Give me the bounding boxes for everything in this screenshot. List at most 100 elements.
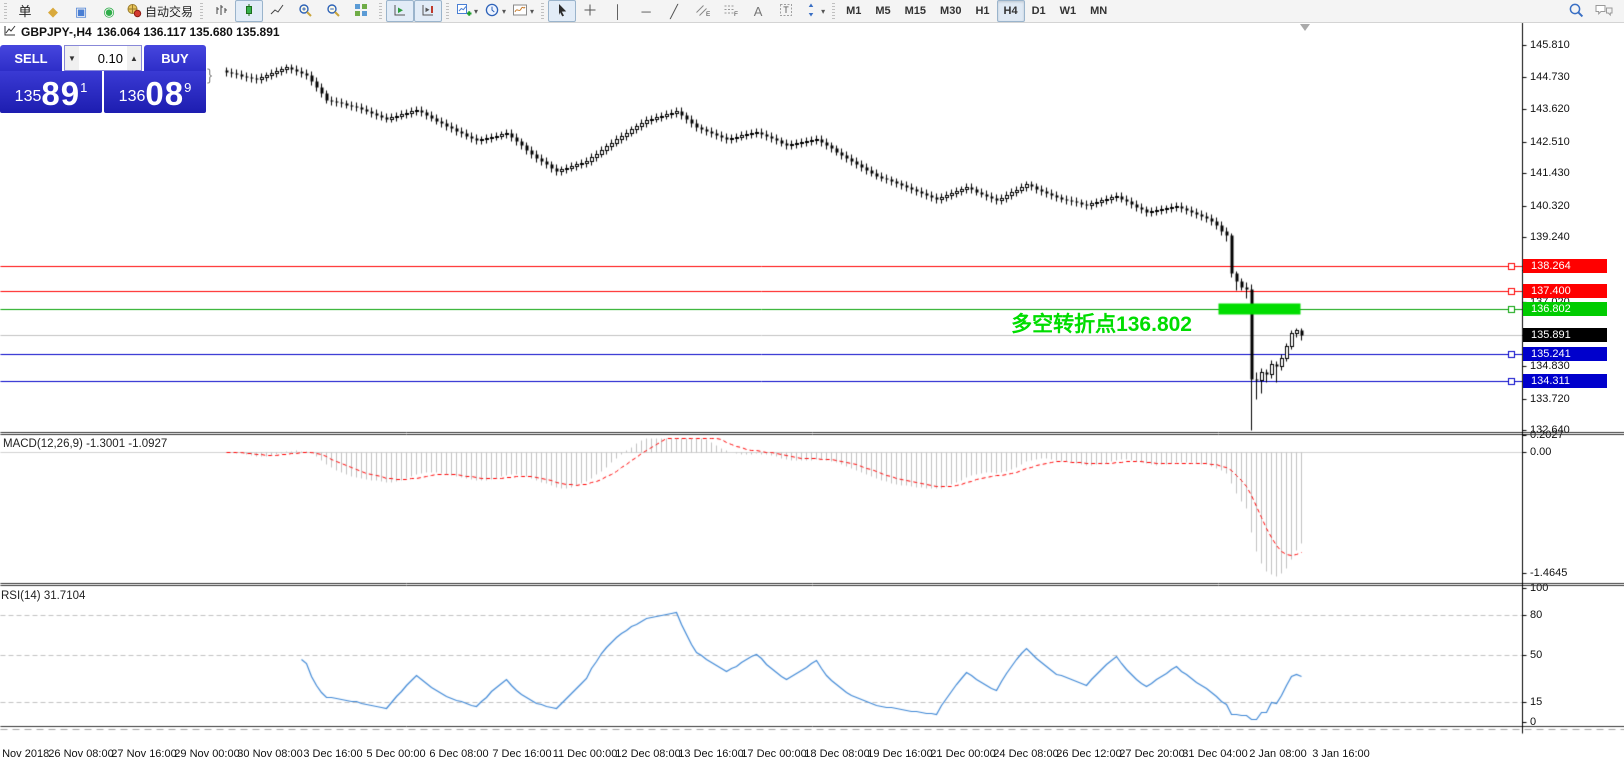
equidistant-channel-button[interactable]: E [688, 0, 716, 22]
zoom-in-icon [297, 2, 313, 21]
timeframe-button-h1[interactable]: H1 [968, 0, 996, 22]
svg-text:F: F [734, 11, 738, 18]
crosshair-icon [582, 2, 598, 21]
toolbar-right-icons [1562, 0, 1618, 22]
fibonacci-icon: F [722, 2, 738, 21]
horizontal-line-icon: ─ [641, 3, 651, 19]
chart-shift-marker-icon[interactable] [1300, 24, 1310, 31]
line-price-badge[interactable]: 135.241 [1523, 347, 1607, 361]
auto-scroll-button[interactable] [386, 0, 415, 22]
trendline-button[interactable]: ╱ [660, 0, 688, 22]
zoom-in-button[interactable] [291, 0, 319, 22]
line-chart-button[interactable] [263, 0, 291, 22]
chart-ohlc-values: 136.064 136.117 135.680 135.891 [96, 25, 280, 39]
tile-windows-button[interactable] [347, 0, 375, 22]
svg-text:T: T [783, 5, 789, 15]
bar-chart-icon [213, 2, 229, 21]
new-chart-button[interactable]: ▾ [453, 0, 481, 22]
tile-windows-icon [353, 2, 369, 21]
chart-icon [4, 25, 16, 39]
toolbar-grip[interactable] [4, 3, 7, 19]
chat-icon [1594, 2, 1614, 21]
chart-shift-icon [420, 2, 436, 21]
autotrading-button-label: 自动交易 [145, 4, 194, 19]
timeframe-button-m5[interactable]: M5 [868, 0, 897, 22]
line-price-badge[interactable]: 134.311 [1523, 374, 1607, 388]
timeframe-button-m30[interactable]: M30 [933, 0, 968, 22]
buy-price-main: 08 [145, 75, 185, 112]
trade-panel-collapse-handle[interactable]: } [207, 67, 212, 85]
periods-button-dropdown-icon[interactable]: ▾ [502, 7, 506, 16]
templates-icon [512, 2, 528, 21]
candlestick-chart-icon [241, 2, 257, 21]
line-price-badge[interactable]: 138.264 [1523, 259, 1607, 273]
search-icon [1567, 1, 1585, 22]
buy-price-prefix: 136 [118, 88, 146, 105]
sell-price-main: 89 [41, 75, 81, 112]
svg-text:E: E [706, 11, 710, 18]
zoom-out-icon [325, 2, 341, 21]
new-chart-button-dropdown-icon[interactable]: ▾ [474, 7, 478, 16]
terminal-icon: ▣ [74, 3, 88, 19]
new-order-partial-icon: 单 [18, 3, 32, 19]
fibonacci-button[interactable]: F [716, 0, 744, 22]
templates-button[interactable]: ▾ [509, 0, 537, 22]
chart-canvas[interactable] [0, 0, 1624, 769]
search-button[interactable] [1562, 0, 1590, 22]
timeframe-button-m1[interactable]: M1 [839, 0, 868, 22]
horizontal-line-button[interactable]: ─ [632, 0, 660, 22]
buy-button[interactable]: BUY [144, 45, 206, 71]
toolbar-grip[interactable] [446, 3, 450, 19]
toolbar-grip[interactable] [200, 3, 204, 19]
macd-indicator-label: MACD(12,26,9) -1.3001 -1.0927 [3, 438, 168, 450]
chat-button[interactable] [1590, 0, 1618, 22]
terminal-button[interactable]: ▣ [67, 0, 95, 22]
crosshair-button[interactable] [576, 0, 604, 22]
timeframe-button-w1[interactable]: W1 [1053, 0, 1084, 22]
autotrading-icon [126, 2, 142, 21]
sell-button[interactable]: SELL [0, 45, 62, 71]
chart-shift-button[interactable] [414, 0, 443, 22]
volume-increase-icon[interactable]: ▲ [127, 46, 141, 70]
autotrading-button[interactable]: 自动交易 [123, 0, 196, 22]
line-price-badge[interactable]: 137.400 [1523, 284, 1607, 298]
new-chart-icon [456, 2, 472, 21]
metaeditor-button[interactable]: ◆ [39, 0, 67, 22]
buy-price-display[interactable]: 136 08 9 [104, 71, 206, 113]
volume-decrease-icon[interactable]: ▼ [65, 46, 79, 70]
text-label-button[interactable]: T [772, 0, 800, 22]
bar-chart-button[interactable] [207, 0, 235, 22]
timeframe-button-h4[interactable]: H4 [996, 0, 1025, 22]
line-price-badge[interactable]: 136.802 [1523, 302, 1607, 316]
timeframe-button-m15[interactable]: M15 [898, 0, 933, 22]
mt4-window: 单 ◆ ▣ ◉ 自动交易 ▾ ▾ ▾ │ ─ ╱ E F A T ▾ M1 M5 M15 M30 H1 H4 D1 W1 MN … [0, 0, 1624, 769]
sell-price-display[interactable]: 135 89 1 [0, 71, 102, 113]
periods-icon [484, 2, 500, 21]
metaeditor-icon: ◆ [48, 3, 58, 19]
toolbar-grip[interactable] [379, 3, 383, 19]
buy-price-pip: 9 [184, 80, 192, 95]
text-icon: A [753, 3, 763, 19]
signals-button[interactable]: ◉ [95, 0, 123, 22]
equidistant-channel-icon: E [694, 2, 711, 21]
candlestick-chart-button[interactable] [235, 0, 264, 22]
volume-stepper[interactable]: ▼ 0.10 ▲ [64, 45, 142, 71]
sell-price-pip: 1 [80, 80, 88, 95]
arrows-button-dropdown-icon[interactable]: ▾ [821, 7, 825, 16]
timeframe-button-d1[interactable]: D1 [1025, 0, 1053, 22]
vertical-line-button[interactable]: │ [604, 0, 632, 22]
templates-button-dropdown-icon[interactable]: ▾ [530, 7, 534, 16]
volume-value[interactable]: 0.10 [79, 51, 127, 66]
zoom-out-button[interactable] [319, 0, 347, 22]
text-button[interactable]: A [744, 0, 772, 22]
sell-price-prefix: 135 [14, 88, 42, 105]
timeframe-button-mn[interactable]: MN [1083, 0, 1114, 22]
cursor-button[interactable] [548, 0, 577, 22]
new-order-partial-button[interactable]: 单 [11, 0, 39, 22]
arrows-button[interactable]: ▾ [800, 0, 828, 22]
toolbar-grip[interactable] [832, 3, 836, 19]
toolbar-grip[interactable] [541, 3, 545, 19]
chart-symbol-period: GBPJPY-,H4 [21, 25, 92, 39]
periods-button[interactable]: ▾ [481, 0, 509, 22]
current-price-badge[interactable]: 135.891 [1523, 328, 1607, 342]
